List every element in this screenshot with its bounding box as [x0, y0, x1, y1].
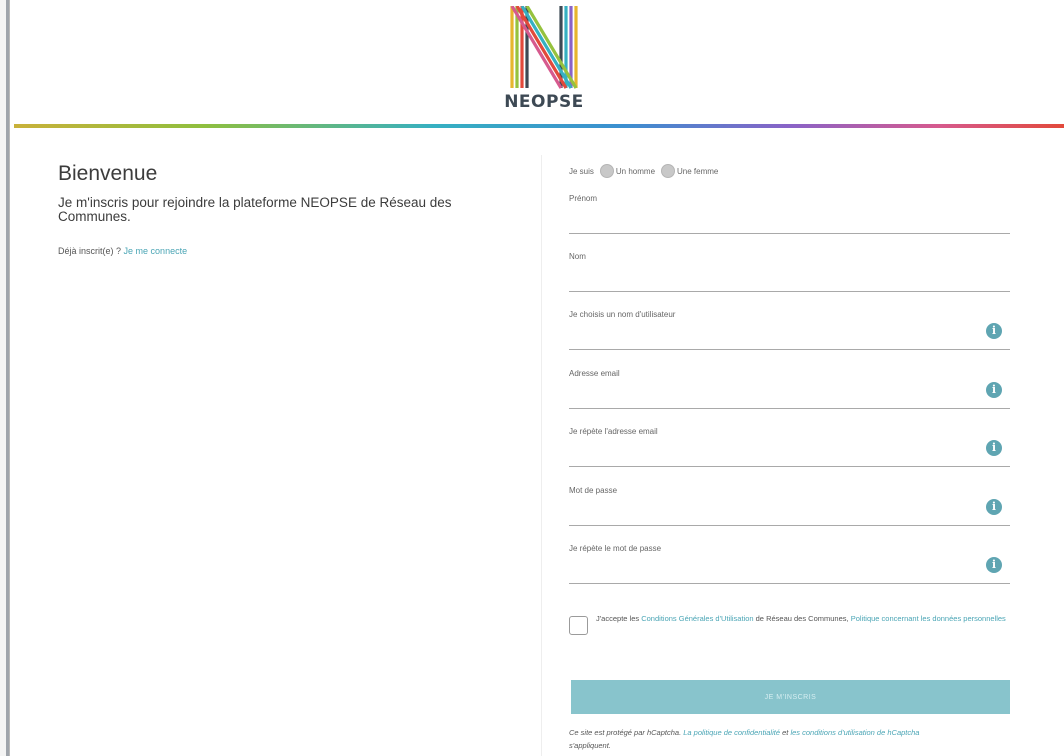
password-confirm-info-icon[interactable]: i — [986, 557, 1002, 573]
header: NEOPSE — [10, 0, 1064, 125]
brand-name: NEOPSE — [504, 92, 584, 112]
gender-male-radio[interactable] — [599, 164, 614, 178]
first-name-input[interactable] — [569, 206, 969, 228]
terms-text: J'accepte les Conditions Générales d'Uti… — [596, 614, 1006, 623]
panel-divider — [541, 155, 542, 756]
terms-checkbox[interactable] — [569, 616, 588, 635]
gender-female-label: Une femme — [677, 166, 719, 176]
password-confirm-field: Je répète le mot de passe i — [569, 544, 1010, 584]
password-confirm-label: Je répète le mot de passe — [569, 544, 662, 553]
terms-middle: de Réseau des Communes, — [755, 614, 849, 623]
hcaptcha-privacy-link[interactable]: La politique de confidentialité — [683, 728, 780, 737]
first-name-field: Prénom — [569, 194, 1010, 234]
username-info-icon[interactable]: i — [986, 323, 1002, 339]
already-registered-text: Déjà inscrit(e) ? — [58, 246, 122, 256]
username-field: Je choisis un nom d'utilisateur i — [569, 310, 1010, 350]
neopse-logo-icon — [510, 6, 578, 89]
first-name-label: Prénom — [569, 194, 598, 203]
window-left-edge — [0, 0, 10, 756]
captcha-prefix: Ce site est protégé par hCaptcha. — [569, 728, 682, 737]
password-label: Mot de passe — [569, 486, 618, 495]
email-confirm-field: Je répète l'adresse email i — [569, 427, 1010, 467]
terms-prefix: J'accepte les — [596, 614, 640, 623]
email-confirm-label: Je répète l'adresse email — [569, 427, 658, 436]
cgu-link[interactable]: Conditions Générales d'Utilisation — [641, 614, 753, 623]
terms-row: J'accepte les Conditions Générales d'Uti… — [569, 614, 1011, 635]
last-name-input[interactable] — [569, 264, 969, 286]
gender-female-radio[interactable] — [661, 164, 676, 178]
password-confirm-input[interactable] — [569, 556, 969, 578]
password-info-icon[interactable]: i — [986, 499, 1002, 515]
privacy-policy-link[interactable]: Politique concernant les données personn… — [851, 614, 1006, 623]
page-title: Bienvenue — [58, 162, 158, 185]
last-name-field: Nom — [569, 252, 1010, 292]
gender-selector: Je suis Un homme Une femme — [569, 161, 720, 181]
captcha-suffix: s'appliquent. — [569, 741, 611, 750]
email-confirm-input[interactable] — [569, 439, 969, 461]
neopse-logo: NEOPSE — [498, 6, 590, 112]
email-confirm-info-icon[interactable]: i — [986, 440, 1002, 456]
last-name-label: Nom — [569, 252, 586, 261]
email-field: Adresse email i — [569, 369, 1010, 409]
gender-male-label: Un homme — [615, 166, 656, 176]
hcaptcha-terms-link[interactable]: les conditions d'utilisation de hCaptcha — [790, 728, 919, 737]
captcha-and: et — [782, 728, 789, 737]
email-info-icon[interactable]: i — [986, 382, 1002, 398]
intro-text: Je m'inscris pour rejoindre la plateform… — [58, 195, 452, 224]
email-input[interactable] — [569, 381, 969, 403]
username-label: Je choisis un nom d'utilisateur — [569, 310, 676, 319]
signup-button[interactable]: Je m'inscris — [571, 680, 1010, 714]
gender-label: Je suis — [569, 166, 594, 176]
login-link[interactable]: Je me connecte — [124, 246, 188, 256]
username-input[interactable] — [569, 322, 969, 344]
email-label: Adresse email — [569, 369, 620, 378]
already-registered: Déjà inscrit(e) ? Je me connecte — [58, 246, 518, 256]
welcome-panel: Bienvenue Je m'inscris pour rejoindre la… — [58, 162, 518, 256]
password-field: Mot de passe i — [569, 486, 1010, 526]
password-input[interactable] — [569, 498, 969, 520]
hcaptcha-notice: Ce site est protégé par hCaptcha. La pol… — [569, 726, 1011, 752]
rainbow-divider — [14, 124, 1064, 128]
